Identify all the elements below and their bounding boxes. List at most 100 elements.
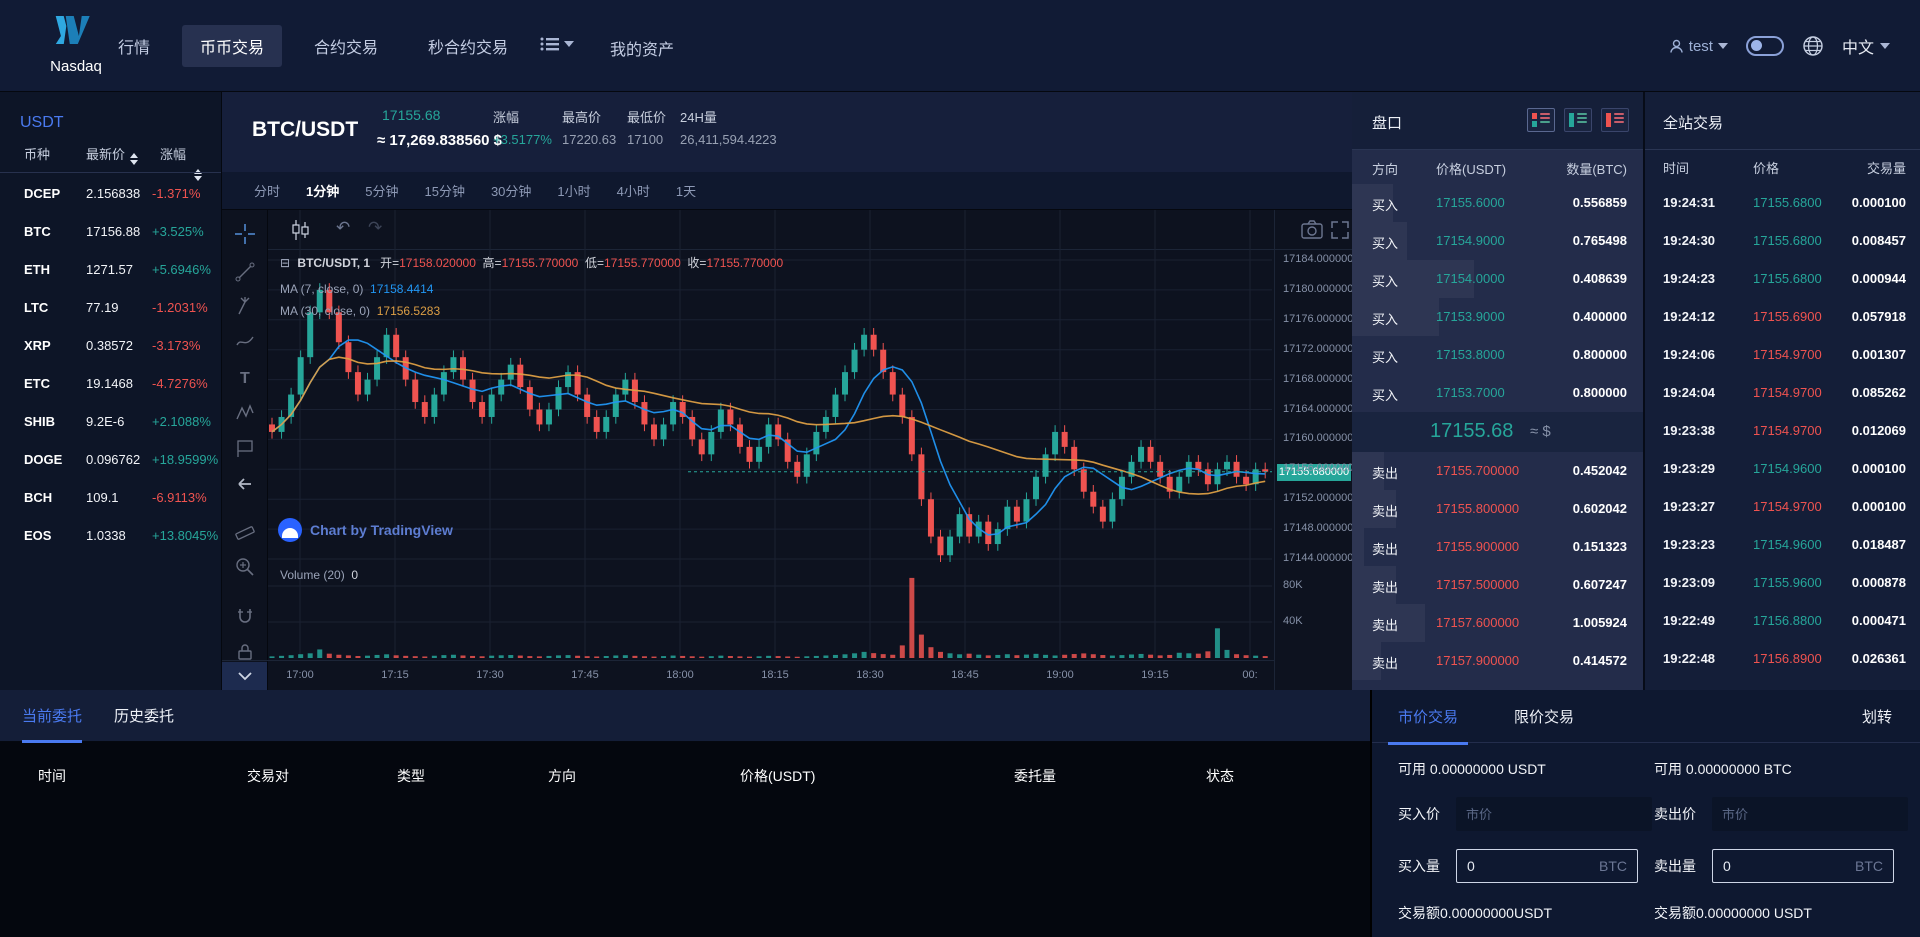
trade-row[interactable]: 19:22:48 17156.8900 0.026361 [1645, 640, 1920, 678]
forecast-tool[interactable] [235, 438, 255, 458]
coin-row-XRP[interactable]: XRP 0.38572 -3.173% [0, 328, 222, 366]
trade-row[interactable]: 19:23:23 17154.9600 0.018487 [1645, 526, 1920, 564]
coin-row-ETC[interactable]: ETC 19.1468 -4.7276% [0, 366, 222, 404]
pattern-tool[interactable] [235, 403, 255, 423]
trade-row[interactable]: 19:24:04 17154.9700 0.085262 [1645, 374, 1920, 412]
buy-total: 交易额0.00000000USDT [1398, 905, 1553, 921]
chevron-down-icon [1880, 43, 1890, 49]
trade-price: 17154.9700 [1753, 347, 1822, 362]
tab-usdt[interactable]: USDT [20, 114, 64, 132]
trade-price: 17155.9600 [1753, 575, 1822, 590]
trade-row[interactable]: 19:23:29 17154.9600 0.000100 [1645, 450, 1920, 488]
trade-row[interactable]: 19:23:27 17154.9700 0.000100 [1645, 488, 1920, 526]
trade-row[interactable]: 19:24:30 17155.6800 0.008457 [1645, 222, 1920, 260]
camera-icon[interactable] [1300, 218, 1324, 242]
lock-drawings-tool[interactable] [235, 642, 255, 662]
timeframe-5分钟[interactable]: 5分钟 [365, 181, 398, 200]
timeframe-1小时[interactable]: 1小时 [557, 181, 590, 200]
brush-tool[interactable] [235, 331, 255, 351]
book-view-both-button[interactable] [1527, 108, 1555, 132]
timeframe-1天[interactable]: 1天 [676, 181, 696, 200]
hide-toolbar-arrow[interactable] [235, 474, 255, 494]
timeframe-15分钟[interactable]: 15分钟 [424, 181, 464, 200]
price-axis[interactable]: 17155.680000 17184.000000 17180.000000 171… [1274, 210, 1354, 690]
order-book-buy-row[interactable]: 买入 17153.9000 0.400000 [1352, 298, 1643, 336]
book-view-asks-button[interactable] [1601, 108, 1629, 132]
trade-row[interactable]: 19:24:12 17155.6900 0.057918 [1645, 298, 1920, 336]
trade-row[interactable]: 19:23:38 17154.9700 0.012069 [1645, 412, 1920, 450]
sell-price-input[interactable] [1712, 797, 1908, 831]
coin-row-DOGE[interactable]: DOGE 0.096762 +18.9599% [0, 442, 222, 480]
nav-item-1[interactable]: 币币交易 [182, 25, 283, 67]
trade-form-tab-1[interactable]: 限价交易 [1504, 706, 1584, 742]
tradingview-watermark[interactable]: Chart by TradingView [278, 518, 453, 542]
order-book-sell-row[interactable]: 卖出 17157.600000 1.005924 [1352, 604, 1643, 642]
ask-price: 17155.900000 [1436, 539, 1520, 554]
trendline-tool[interactable] [235, 262, 255, 282]
crosshair-tool[interactable] [235, 224, 255, 244]
trade-form-tab-0[interactable]: 市价交易 [1388, 706, 1469, 745]
nav-item-3[interactable]: 秒合约交易 [410, 25, 526, 67]
side-label: 卖出 [1372, 466, 1399, 481]
ruler-tool[interactable] [235, 522, 255, 542]
side-label: 卖出 [1372, 618, 1399, 633]
zoom-in-tool[interactable] [235, 557, 255, 577]
order-book-buy-row[interactable]: 买入 17154.0000 0.408639 [1352, 260, 1643, 298]
order-book-sell-row[interactable]: 卖出 17157.500000 0.607247 [1352, 566, 1643, 604]
fullscreen-icon[interactable] [1330, 220, 1350, 240]
coin-row-DCEP[interactable]: DCEP 2.156838 -1.371% [0, 176, 222, 214]
sort-price-button[interactable] [130, 153, 139, 165]
coin-name: BTC [24, 224, 51, 239]
coin-row-BCH[interactable]: BCH 109.1 -6.9113% [0, 480, 222, 518]
book-view-bids-button[interactable] [1564, 108, 1592, 132]
coin-change: +13.8045% [152, 528, 219, 543]
trade-row[interactable]: 19:23:09 17155.9600 0.000878 [1645, 564, 1920, 602]
coin-row-EOS[interactable]: EOS 1.0338 +13.8045% [0, 518, 222, 556]
order-book-buy-row[interactable]: 买入 17155.6000 0.556859 [1352, 184, 1643, 222]
text-tool[interactable]: T [235, 367, 255, 387]
coin-row-ETH[interactable]: ETH 1271.57 +5.6946% [0, 252, 222, 290]
trade-row[interactable]: 19:24:06 17154.9700 0.001307 [1645, 336, 1920, 374]
order-book-sell-row[interactable]: 卖出 17155.900000 0.151323 [1352, 528, 1643, 566]
coin-row-LTC[interactable]: LTC 77.19 -1.2031% [0, 290, 222, 328]
orders-tab-1[interactable]: 历史委托 [114, 705, 174, 740]
order-book-sell-row[interactable]: 卖出 17155.700000 0.452042 [1352, 452, 1643, 490]
coin-change: +5.6946% [152, 262, 211, 277]
timeframe-1分钟[interactable]: 1分钟 [306, 181, 339, 200]
language-selector[interactable]: 中文 [1842, 34, 1890, 58]
order-book-buy-row[interactable]: 买入 17154.9000 0.765498 [1352, 222, 1643, 260]
order-book-buy-row[interactable]: 买入 17153.7000 0.800000 [1352, 374, 1643, 412]
order-book-buy-row[interactable]: 买入 17153.8000 0.800000 [1352, 336, 1643, 374]
coin-change: -6.9113% [152, 490, 207, 505]
trade-row[interactable]: 19:24:23 17155.6800 0.000944 [1645, 260, 1920, 298]
trade-row[interactable]: 19:24:31 17155.6800 0.000100 [1645, 184, 1920, 222]
trading-app: Nasdaq 行情 币币交易 合约交易 秒合约交易 我的资产 test 中文 U… [0, 0, 1920, 937]
buy-price-input[interactable] [1456, 797, 1652, 831]
price-tick: 17180.000000 [1283, 282, 1354, 295]
timeframe-分时[interactable]: 分时 [254, 181, 280, 200]
transfer-link[interactable]: 划转 [1862, 706, 1892, 727]
nav-item-0[interactable]: 行情 [100, 25, 168, 67]
magnet-tool[interactable] [235, 606, 255, 626]
time-axis[interactable]: 17:00 17:15 17:30 17:45 18:00 18:15 18:30 18:45… [222, 660, 1274, 690]
pitchfork-tool[interactable] [235, 296, 255, 316]
trade-time: 19:23:29 [1663, 461, 1716, 476]
nav-item-2[interactable]: 合约交易 [296, 25, 396, 67]
trade-time: 19:24:04 [1663, 385, 1716, 400]
more-menu-button[interactable] [540, 36, 574, 52]
price-tick: 17144.000000 [1283, 552, 1354, 564]
coin-name: SHIB [24, 414, 56, 429]
coin-row-SHIB[interactable]: SHIB 9.2E-6 +2.1088% [0, 404, 222, 442]
timeframe-30分钟[interactable]: 30分钟 [491, 181, 531, 200]
trade-row[interactable]: 19:22:49 17156.8800 0.000471 [1645, 602, 1920, 640]
theme-toggle[interactable] [1745, 36, 1784, 56]
coin-row-BTC[interactable]: BTC 17156.88 +3.525% [0, 214, 222, 252]
time-tick: 17:15 [381, 669, 409, 681]
orders-tab-0[interactable]: 当前委托 [22, 705, 83, 743]
globe-icon[interactable] [1802, 35, 1824, 57]
user-menu[interactable]: test [1669, 38, 1728, 55]
my-assets-button[interactable]: 我的资产 [592, 27, 692, 69]
order-book-sell-row[interactable]: 卖出 17157.900000 0.414572 [1352, 642, 1643, 680]
timeframe-4小时[interactable]: 4小时 [617, 181, 650, 200]
order-book-sell-row[interactable]: 卖出 17155.800000 0.602042 [1352, 490, 1643, 528]
